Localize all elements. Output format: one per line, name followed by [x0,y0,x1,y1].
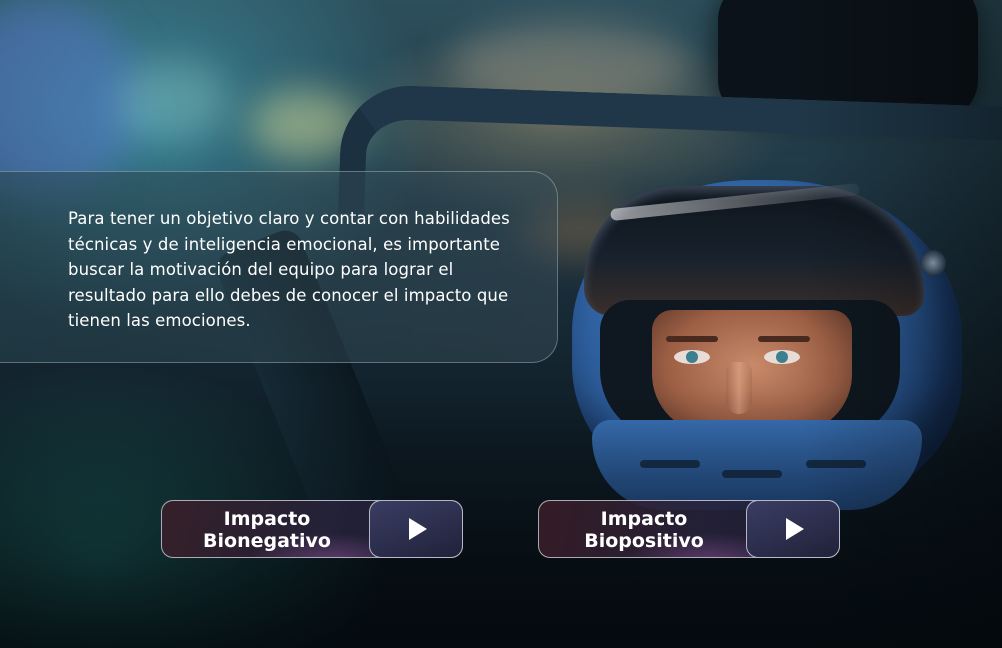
play-button[interactable] [369,500,463,558]
impacto-biopositivo-button[interactable]: Impacto Biopositivo [538,500,840,558]
button-label: Impacto Biopositivo [539,501,749,559]
button-label: Impacto Bionegativo [162,501,372,559]
info-paragraph: Para tener un objetivo claro y contar co… [68,209,510,330]
button-label-line2: Bionegativo [203,530,331,552]
button-label-line2: Biopositivo [584,530,704,552]
button-label-line1: Impacto [600,508,688,530]
button-label-line1: Impacto [223,508,311,530]
play-icon [409,518,427,540]
info-panel: Para tener un objetivo claro y contar co… [0,171,558,363]
play-button[interactable] [746,500,840,558]
play-icon [786,518,804,540]
impacto-bionegativo-button[interactable]: Impacto Bionegativo [161,500,463,558]
